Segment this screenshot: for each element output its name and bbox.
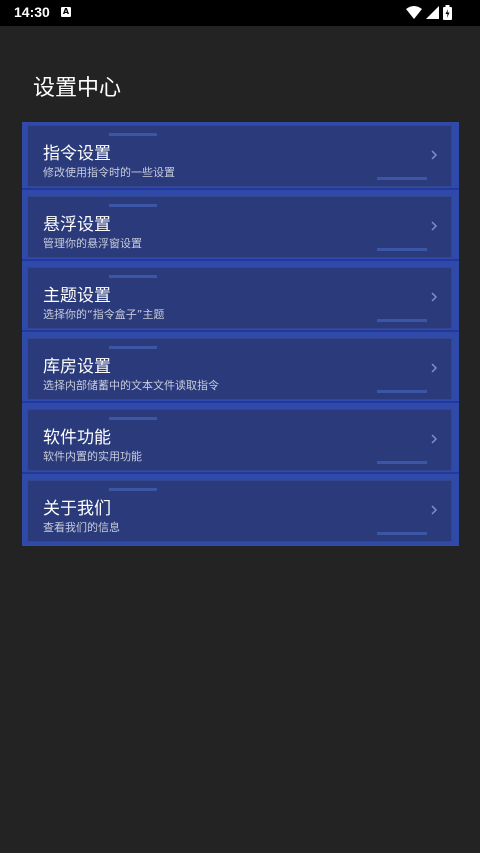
chevron-right-icon — [431, 150, 438, 160]
menu-item-subtitle: 修改使用指令时的一些设置 — [43, 166, 175, 179]
menu-item-subtitle: 选择内部储蓄中的文本文件读取指令 — [43, 379, 219, 392]
status-icons — [406, 5, 452, 20]
status-time: 14:30 — [14, 4, 50, 20]
menu-item-title: 指令设置 — [43, 144, 111, 164]
menu-item-about-us[interactable]: 关于我们 查看我们的信息 — [22, 477, 459, 545]
deco-line — [109, 346, 157, 349]
deco-line — [377, 248, 427, 251]
deco-line — [109, 133, 157, 136]
menu-item-subtitle: 管理你的悬浮窗设置 — [43, 237, 142, 250]
menu-item-title: 库房设置 — [43, 357, 111, 377]
notification-a-icon: A — [61, 7, 71, 17]
divider — [22, 259, 459, 261]
menu-item-subtitle: 软件内置的实用功能 — [43, 450, 142, 463]
menu-item-command-settings[interactable]: 指令设置 修改使用指令时的一些设置 — [22, 122, 459, 190]
deco-line — [377, 461, 427, 464]
chevron-right-icon — [431, 363, 438, 373]
deco-line — [109, 204, 157, 207]
battery-icon — [443, 5, 452, 20]
deco-line — [377, 319, 427, 322]
status-bar: 14:30 A — [0, 0, 480, 26]
chevron-right-icon — [431, 505, 438, 515]
menu-item-storage-settings[interactable]: 库房设置 选择内部储蓄中的文本文件读取指令 — [22, 335, 459, 403]
divider — [22, 472, 459, 474]
deco-line — [109, 275, 157, 278]
signal-icon — [426, 6, 439, 19]
settings-menu: 指令设置 修改使用指令时的一些设置 悬浮设置 管理你的悬浮窗设置 主题设置 选择… — [22, 122, 459, 546]
menu-item-floating-settings[interactable]: 悬浮设置 管理你的悬浮窗设置 — [22, 193, 459, 261]
deco-line — [109, 488, 157, 491]
chevron-right-icon — [431, 221, 438, 231]
menu-item-title: 悬浮设置 — [43, 215, 111, 235]
chevron-right-icon — [431, 292, 438, 302]
deco-line — [109, 417, 157, 420]
menu-item-title: 主题设置 — [43, 286, 111, 306]
chevron-right-icon — [431, 434, 438, 444]
wifi-icon — [406, 5, 422, 19]
divider — [22, 188, 459, 190]
deco-line — [377, 177, 427, 180]
divider — [22, 401, 459, 403]
deco-line — [377, 390, 427, 393]
menu-item-title: 关于我们 — [43, 499, 111, 519]
menu-item-subtitle: 选择你的“指令盒子”主题 — [43, 308, 165, 321]
menu-item-software-features[interactable]: 软件功能 软件内置的实用功能 — [22, 406, 459, 474]
page-title: 设置中心 — [33, 76, 122, 101]
menu-item-subtitle: 查看我们的信息 — [43, 521, 120, 534]
menu-item-title: 软件功能 — [43, 428, 111, 448]
divider — [22, 330, 459, 332]
menu-item-theme-settings[interactable]: 主题设置 选择你的“指令盒子”主题 — [22, 264, 459, 332]
deco-line — [377, 532, 427, 535]
